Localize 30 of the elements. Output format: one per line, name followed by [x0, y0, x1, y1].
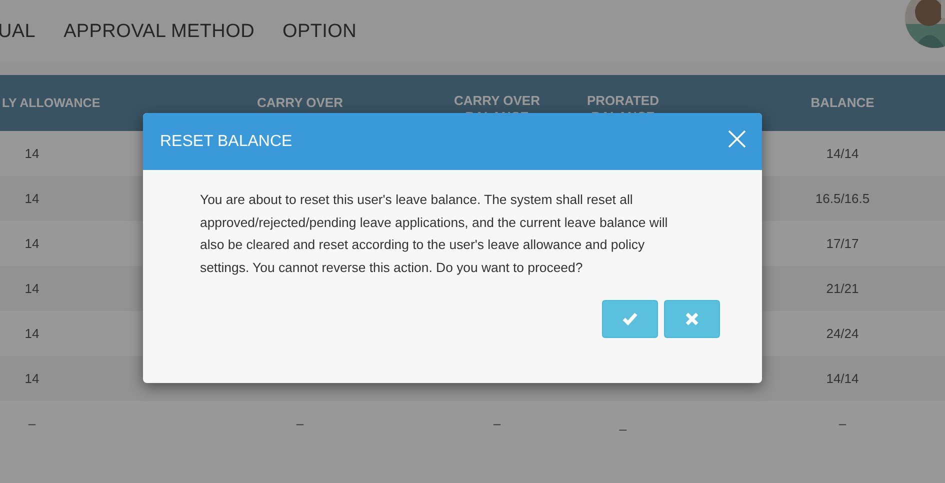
table-cell-text: _: [618, 416, 628, 431]
dialog-title: RESET BALANCE: [160, 132, 292, 150]
table-cell-text: –: [492, 416, 502, 431]
check-icon: [622, 311, 638, 327]
table-cell-text: 14: [24, 191, 40, 206]
table-cell-text: 17/17: [825, 236, 860, 251]
tab[interactable]: APPROVAL METHOD: [64, 21, 254, 43]
table-cell-text: 14: [24, 236, 40, 251]
close-icon: [684, 311, 700, 327]
close-button[interactable]: [728, 130, 746, 148]
column-header: CARRY OVER: [256, 95, 344, 111]
tab[interactable]: OPTION: [282, 21, 357, 43]
table-cell-text: 14: [24, 281, 40, 296]
column-header: BALANCE: [810, 95, 876, 111]
table-cell-text: 16.5/16.5: [814, 191, 871, 206]
dialog-message: You are about to reset this user's leave balance. The system shall reset all approved/rejected/pending leave applications, and the current leave balance will also be cleared and reset according to the user's leave allowance and policy settings. You cannot reverse this action. Do you want to proceed?: [200, 191, 669, 277]
table-cell-text: 14/14: [825, 371, 860, 386]
table-cell-text: 14/14: [825, 146, 860, 161]
table-cell-text: –: [295, 416, 305, 431]
table-cell-text: 14: [24, 146, 40, 161]
table-cell-text: 14: [24, 326, 40, 341]
table-cell-text: 21/21: [825, 281, 860, 296]
confirm-button[interactable]: [602, 300, 658, 338]
close-icon: [728, 130, 746, 148]
column-header: LY ALLOWANCE: [1, 95, 100, 111]
table-cell-text: –: [838, 416, 848, 431]
table-cell-text: –: [27, 416, 37, 431]
cancel-button[interactable]: [664, 300, 720, 338]
table-cell-text: 14: [24, 371, 40, 386]
table-cell-text: 24/24: [825, 326, 860, 341]
